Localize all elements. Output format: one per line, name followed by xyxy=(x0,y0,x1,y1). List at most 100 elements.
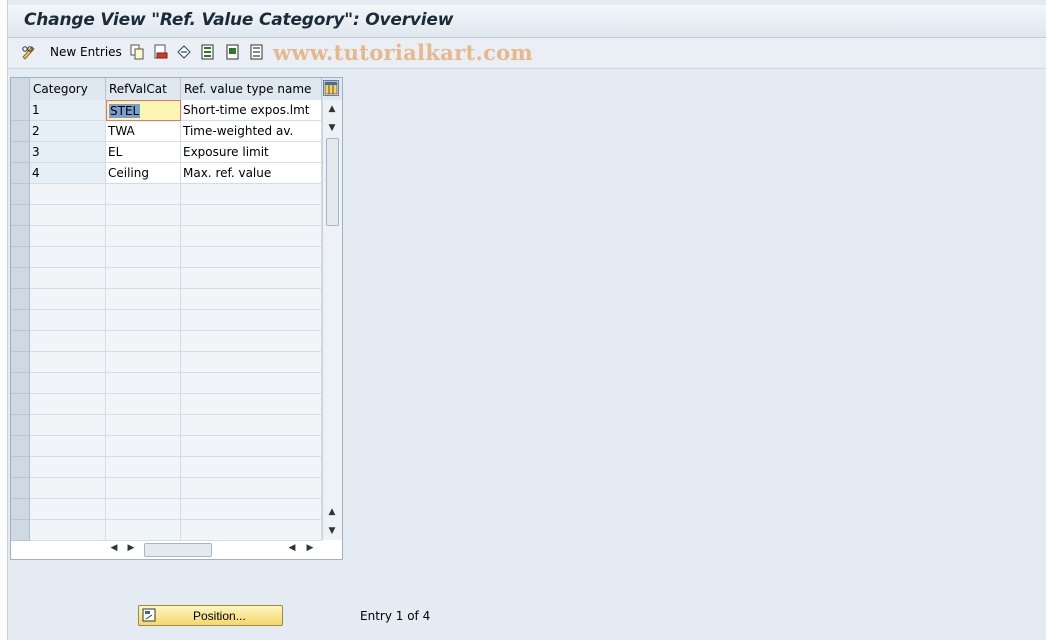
select-all-rows-header[interactable] xyxy=(11,78,30,100)
vertical-scrollbar[interactable]: ▲ ▼ ▲ ▼ xyxy=(322,100,342,540)
scroll-down-icon[interactable]: ▼ xyxy=(325,526,339,536)
cell-refvalcat[interactable]: TWA xyxy=(106,121,181,142)
empty-cell[interactable] xyxy=(30,499,106,520)
row-selector[interactable] xyxy=(11,457,30,478)
empty-cell[interactable] xyxy=(106,205,181,226)
empty-cell[interactable] xyxy=(30,373,106,394)
empty-cell[interactable] xyxy=(106,310,181,331)
empty-cell[interactable] xyxy=(181,478,322,499)
row-selector[interactable] xyxy=(11,226,30,247)
empty-cell[interactable] xyxy=(181,352,322,373)
empty-cell[interactable] xyxy=(106,415,181,436)
empty-cell[interactable] xyxy=(30,331,106,352)
empty-cell[interactable] xyxy=(106,457,181,478)
cell-refvalcat[interactable]: EL xyxy=(106,142,181,163)
pencil-glasses-icon[interactable] xyxy=(21,44,37,60)
row-selector[interactable] xyxy=(11,247,30,268)
empty-cell[interactable] xyxy=(30,268,106,289)
row-selector[interactable] xyxy=(11,142,30,163)
empty-cell[interactable] xyxy=(181,268,322,289)
row-selector[interactable] xyxy=(11,331,30,352)
column-header-name[interactable]: Ref. value type name xyxy=(181,78,322,100)
empty-cell[interactable] xyxy=(30,436,106,457)
column-header-category[interactable]: Category xyxy=(30,78,106,100)
row-selector[interactable] xyxy=(11,373,30,394)
empty-cell[interactable] xyxy=(106,226,181,247)
empty-cell[interactable] xyxy=(181,226,322,247)
row-selector[interactable] xyxy=(11,289,30,310)
empty-cell[interactable] xyxy=(181,184,322,205)
row-selector[interactable] xyxy=(11,394,30,415)
empty-cell[interactable] xyxy=(181,415,322,436)
empty-cell[interactable] xyxy=(106,289,181,310)
delete-icon[interactable] xyxy=(153,44,169,60)
empty-cell[interactable] xyxy=(181,331,322,352)
cell-name[interactable]: Time-weighted av. xyxy=(181,121,322,142)
cell-name[interactable]: Max. ref. value xyxy=(181,163,322,184)
empty-cell[interactable] xyxy=(181,499,322,520)
position-button[interactable]: Position... xyxy=(138,605,283,626)
empty-cell[interactable] xyxy=(30,415,106,436)
horizontal-scrollbar[interactable]: ◀ ▶ ◀ ▶ xyxy=(107,541,313,557)
column-header-refvalcat[interactable]: RefValCat xyxy=(106,78,181,100)
row-selector[interactable] xyxy=(11,121,30,142)
horizontal-scroll-thumb[interactable] xyxy=(144,543,212,557)
empty-cell[interactable] xyxy=(106,499,181,520)
empty-cell[interactable] xyxy=(30,247,106,268)
empty-cell[interactable] xyxy=(30,478,106,499)
empty-cell[interactable] xyxy=(181,436,322,457)
empty-cell[interactable] xyxy=(106,184,181,205)
empty-cell[interactable] xyxy=(30,310,106,331)
copy-icon[interactable] xyxy=(129,44,145,60)
new-entries-button[interactable]: New Entries xyxy=(50,45,122,59)
row-selector[interactable] xyxy=(11,520,30,541)
empty-cell[interactable] xyxy=(181,310,322,331)
row-selector[interactable] xyxy=(11,184,30,205)
row-selector[interactable] xyxy=(11,478,30,499)
empty-cell[interactable] xyxy=(106,394,181,415)
row-selector[interactable] xyxy=(11,352,30,373)
empty-cell[interactable] xyxy=(30,184,106,205)
scroll-up-icon[interactable]: ▲ xyxy=(325,104,339,114)
column-config-button[interactable] xyxy=(323,80,339,96)
scroll-right-icon[interactable]: ▶ xyxy=(303,543,317,553)
empty-cell[interactable] xyxy=(106,352,181,373)
empty-cell[interactable] xyxy=(30,394,106,415)
cell-refvalcat[interactable]: STEL xyxy=(106,100,181,121)
empty-cell[interactable] xyxy=(106,247,181,268)
empty-cell[interactable] xyxy=(106,268,181,289)
empty-cell[interactable] xyxy=(106,436,181,457)
row-selector[interactable] xyxy=(11,436,30,457)
undo-icon[interactable] xyxy=(176,44,192,60)
row-selector[interactable] xyxy=(11,100,30,121)
empty-cell[interactable] xyxy=(181,205,322,226)
scroll-page-up-icon[interactable]: ▲ xyxy=(325,507,339,517)
empty-cell[interactable] xyxy=(181,373,322,394)
scroll-page-down-icon[interactable]: ▼ xyxy=(325,123,339,133)
empty-cell[interactable] xyxy=(106,478,181,499)
empty-cell[interactable] xyxy=(30,457,106,478)
empty-cell[interactable] xyxy=(106,373,181,394)
row-selector[interactable] xyxy=(11,499,30,520)
scroll-left-icon[interactable]: ◀ xyxy=(107,543,121,553)
empty-cell[interactable] xyxy=(181,247,322,268)
vertical-scroll-thumb[interactable] xyxy=(326,138,339,226)
empty-cell[interactable] xyxy=(30,205,106,226)
empty-cell[interactable] xyxy=(106,520,181,541)
empty-cell[interactable] xyxy=(30,520,106,541)
scroll-right-icon[interactable]: ▶ xyxy=(124,543,138,553)
deselect-icon[interactable] xyxy=(249,44,265,60)
row-selector[interactable] xyxy=(11,163,30,184)
empty-cell[interactable] xyxy=(30,289,106,310)
empty-cell[interactable] xyxy=(106,331,181,352)
scroll-left-icon[interactable]: ◀ xyxy=(285,543,299,553)
cell-refvalcat[interactable]: Ceiling xyxy=(106,163,181,184)
row-selector[interactable] xyxy=(11,268,30,289)
empty-cell[interactable] xyxy=(30,352,106,373)
empty-cell[interactable] xyxy=(181,457,322,478)
empty-cell[interactable] xyxy=(181,289,322,310)
row-selector[interactable] xyxy=(11,310,30,331)
select-all-icon[interactable] xyxy=(200,44,216,60)
row-selector[interactable] xyxy=(11,205,30,226)
cell-name[interactable]: Exposure limit xyxy=(181,142,322,163)
